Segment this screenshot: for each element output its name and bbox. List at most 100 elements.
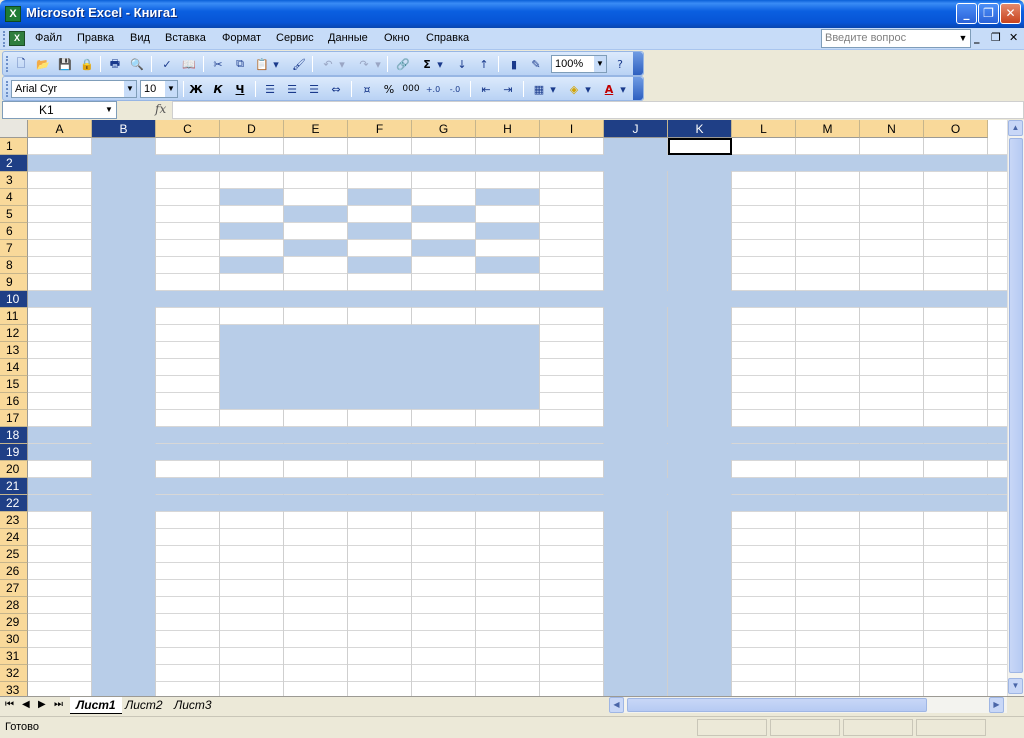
row-header-11[interactable]: 11 (0, 308, 28, 325)
increase-decimal-icon[interactable]: +.0 (424, 80, 442, 98)
column-header-E[interactable]: E (284, 120, 348, 138)
workbook-icon[interactable]: X (9, 31, 25, 46)
insert-function-icon[interactable]: fx (155, 102, 166, 116)
row-header-10[interactable]: 10 (0, 291, 28, 308)
select-all-corner[interactable] (0, 120, 28, 138)
toolbar-options-icon[interactable] (633, 52, 643, 75)
row-header-27[interactable]: 27 (0, 580, 28, 597)
selected-cell-F4[interactable] (348, 189, 411, 205)
menu-view[interactable]: Вид (130, 32, 150, 44)
column-header-B[interactable]: B (92, 120, 156, 138)
vertical-scroll-thumb[interactable] (1009, 138, 1023, 673)
doc-restore-icon[interactable]: ❐ (991, 31, 1001, 44)
row-header-33[interactable]: 33 (0, 682, 28, 696)
row-header-22[interactable]: 22 (0, 495, 28, 512)
row-header-14[interactable]: 14 (0, 359, 28, 376)
row-header-24[interactable]: 24 (0, 529, 28, 546)
selected-cell-H8[interactable] (476, 257, 539, 273)
column-header-L[interactable]: L (732, 120, 796, 138)
merge-center-icon[interactable]: ⇔ (327, 80, 345, 98)
selected-cell-D4[interactable] (220, 189, 283, 205)
selected-cell-G7[interactable] (412, 240, 475, 256)
chart-wizard-icon[interactable]: ▮ (505, 55, 523, 73)
row-header-2[interactable]: 2 (0, 155, 28, 172)
ask-question-input[interactable]: Введите вопрос ▼ (821, 29, 971, 48)
align-left-icon[interactable]: ☰ (261, 80, 279, 98)
row-header-23[interactable]: 23 (0, 512, 28, 529)
column-header-C[interactable]: C (156, 120, 220, 138)
minimize-button[interactable]: _ (956, 3, 977, 24)
sheet-tab-2[interactable]: Лист2 (119, 697, 169, 714)
horizontal-scrollbar[interactable]: ◀ ▶ (609, 697, 1007, 713)
chevron-down-icon[interactable]: ▼ (165, 81, 177, 97)
column-header-M[interactable]: M (796, 120, 860, 138)
menu-help[interactable]: Справка (426, 32, 469, 44)
column-header-H[interactable]: H (476, 120, 540, 138)
row-header-16[interactable]: 16 (0, 393, 28, 410)
row-header-21[interactable]: 21 (0, 478, 28, 495)
row-header-4[interactable]: 4 (0, 189, 28, 206)
row-header-7[interactable]: 7 (0, 240, 28, 257)
copy-icon[interactable]: ⧉ (231, 55, 249, 73)
selected-cell-F6[interactable] (348, 223, 411, 239)
borders-icon[interactable]: ▦ (530, 80, 548, 98)
row-header-18[interactable]: 18 (0, 427, 28, 444)
column-header-J[interactable]: J (604, 120, 668, 138)
percent-button[interactable]: % (380, 80, 398, 98)
menu-grip[interactable] (3, 31, 6, 47)
sort-descending-icon[interactable]: ↑ (475, 55, 493, 73)
borders-dropdown-icon[interactable]: ▾ (548, 80, 558, 98)
sheet-tab-3[interactable]: Лист3 (168, 697, 218, 714)
row-header-31[interactable]: 31 (0, 648, 28, 665)
selected-cell-E7[interactable] (284, 240, 347, 256)
currency-icon[interactable]: ¤ (358, 80, 376, 98)
scroll-down-icon[interactable]: ▼ (1008, 678, 1023, 694)
column-header-A[interactable]: A (28, 120, 92, 138)
autosum-dropdown-icon[interactable]: ▾ (435, 55, 445, 73)
undo-icon[interactable]: ↶ (319, 55, 337, 73)
selected-cell-D8[interactable] (220, 257, 283, 273)
toolbar-grip[interactable] (6, 81, 8, 97)
chevron-down-icon[interactable]: ▼ (124, 81, 136, 97)
decrease-decimal-icon[interactable]: -.0 (446, 80, 464, 98)
row-header-6[interactable]: 6 (0, 223, 28, 240)
undo-dropdown-icon[interactable]: ▾ (337, 55, 347, 73)
thousands-button[interactable]: 000 (402, 80, 420, 98)
scroll-up-icon[interactable]: ▲ (1008, 120, 1023, 136)
last-sheet-icon[interactable]: ⏭ (54, 699, 63, 710)
row-header-29[interactable]: 29 (0, 614, 28, 631)
menu-insert[interactable]: Вставка (165, 32, 206, 44)
row-header-32[interactable]: 32 (0, 665, 28, 682)
column-header-N[interactable]: N (860, 120, 924, 138)
help-icon[interactable]: ? (611, 55, 629, 73)
column-header-F[interactable]: F (348, 120, 412, 138)
paste-icon[interactable]: 📋 (253, 55, 271, 73)
scroll-right-icon[interactable]: ▶ (989, 697, 1004, 713)
autosum-icon[interactable]: Σ (418, 55, 436, 73)
row-header-9[interactable]: 9 (0, 274, 28, 291)
row-header-20[interactable]: 20 (0, 461, 28, 478)
column-header-D[interactable]: D (220, 120, 284, 138)
font-color-dropdown-icon[interactable]: ▾ (618, 80, 628, 98)
paste-dropdown-icon[interactable]: ▾ (271, 55, 281, 73)
formula-input[interactable] (172, 101, 1024, 119)
vertical-scrollbar[interactable]: ▲ ▼ (1007, 120, 1024, 696)
drawing-icon[interactable]: ✎ (527, 55, 545, 73)
row-header-13[interactable]: 13 (0, 342, 28, 359)
close-button[interactable]: ✕ (1000, 3, 1021, 24)
first-sheet-icon[interactable]: ⏮ (5, 699, 14, 710)
decrease-indent-icon[interactable]: ⇤ (477, 80, 495, 98)
spelling-icon[interactable]: ✓ (158, 55, 176, 73)
print-preview-icon[interactable]: 🔍 (128, 55, 146, 73)
row-header-17[interactable]: 17 (0, 410, 28, 427)
row-header-19[interactable]: 19 (0, 444, 28, 461)
fill-color-icon[interactable]: ◈ (565, 80, 583, 98)
hyperlink-icon[interactable]: 🔗 (394, 55, 412, 73)
prev-sheet-icon[interactable]: ◀ (22, 699, 30, 710)
selected-cell-F8[interactable] (348, 257, 411, 273)
menu-data[interactable]: Данные (328, 32, 368, 44)
worksheet-grid[interactable]: A B C D E F G H I J K L M N O 1 2 3 4 5 6 7 8 9 10 11 12 13 14 15 16 17… (0, 120, 1024, 696)
sort-ascending-icon[interactable]: ↓ (453, 55, 471, 73)
save-icon[interactable]: 💾 (56, 55, 74, 73)
chevron-down-icon[interactable]: ▼ (102, 102, 116, 118)
